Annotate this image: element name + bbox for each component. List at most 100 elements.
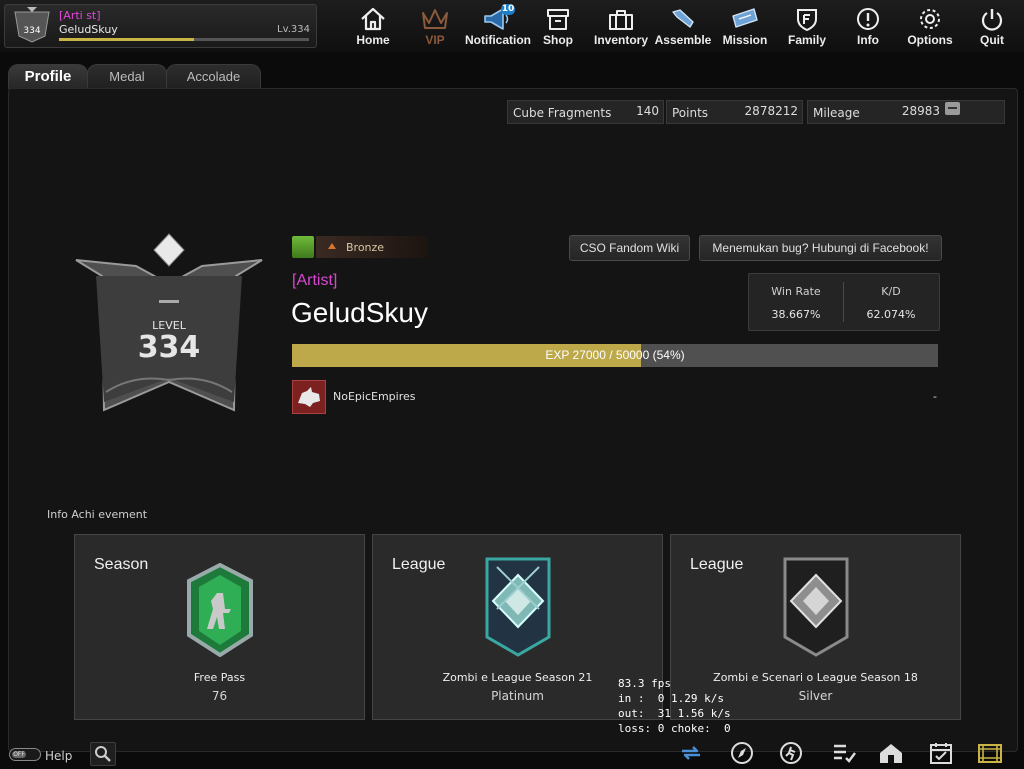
netgraph-in: in : 0 1.29 k/s	[618, 692, 724, 705]
nav-inventory[interactable]: Inventory	[589, 4, 653, 50]
rhino-icon	[298, 387, 320, 407]
sync-icon[interactable]	[677, 740, 705, 766]
nav-notification-label: Notification	[465, 33, 531, 47]
report-bug-button[interactable]: Menemukan bug? Hubungi di Facebook!	[699, 235, 942, 261]
kd-label: K/D	[881, 285, 901, 298]
thumbs-up-icon	[292, 236, 314, 258]
win-rate-label: Win Rate	[771, 285, 821, 298]
power-icon	[981, 9, 1003, 31]
points-label: Points	[672, 106, 709, 120]
player-card[interactable]: 334 [Arti st] GeludSkuy Lv.334	[4, 4, 317, 48]
nav-mission[interactable]: Mission	[713, 4, 777, 50]
ticket-icon	[732, 8, 758, 28]
home-icon	[361, 7, 385, 31]
profile-name: GeludSkuy	[291, 297, 428, 328]
briefcase-icon	[609, 10, 633, 30]
wrench-icon	[672, 9, 694, 28]
win-rate-value: 38.667%	[771, 308, 821, 321]
info-icon	[857, 8, 879, 30]
nav-vip-label: VIP	[425, 33, 445, 47]
netgraph-overlay: 83.3 fps in : 0 1.29 k/s out: 31 1.56 k/s l…	[618, 676, 731, 736]
mileage-counter: Mileage 28983	[807, 100, 1005, 124]
player-title: [Arti st]	[59, 9, 101, 22]
calendar-check-icon[interactable]	[927, 740, 955, 766]
gear-icon	[920, 9, 940, 29]
notification-count-badge: 10	[501, 4, 515, 15]
nav-vip[interactable]: VIP	[403, 4, 467, 50]
family-shield-icon	[797, 9, 817, 32]
nav-inventory-label: Inventory	[593, 33, 648, 47]
nav-info-label: Info	[857, 33, 879, 47]
achievement-name: Free Pass	[193, 671, 246, 684]
help-toggle[interactable]: OFF	[9, 748, 41, 761]
fandom-wiki-button[interactable]: CSO Fandom Wiki	[569, 235, 690, 261]
points-counter: Points 2878212	[666, 100, 803, 124]
profile-title: [Artist]	[292, 272, 338, 289]
achievements-header: Info Achi evement	[47, 508, 148, 521]
achievement-category: Season	[94, 556, 149, 573]
netgraph-out: out: 31 1.56 k/s	[618, 707, 731, 720]
nav-home[interactable]: Home	[341, 4, 405, 50]
rank-arrow-icon	[328, 243, 336, 249]
nav-family[interactable]: Family	[775, 4, 839, 50]
achievement-value: 76	[211, 689, 228, 703]
house-icon[interactable]	[877, 740, 905, 766]
netgraph-fps: 83.3 fps	[618, 677, 671, 690]
compass-icon[interactable]	[728, 740, 756, 766]
mileage-menu-icon[interactable]	[945, 102, 960, 115]
search-button[interactable]	[90, 742, 116, 766]
stats-box: Win Rate 38.667% K/D 62.074%	[748, 273, 940, 331]
level-number: 334	[138, 330, 201, 365]
rank-label: Bronze	[346, 241, 385, 254]
nav-shop-label: Shop	[543, 33, 573, 47]
tab-accolade[interactable]: Accolade	[166, 64, 261, 89]
player-emblem-level: 334	[23, 26, 40, 36]
silver-league-emblem-icon	[783, 557, 849, 657]
player-level: Lv.334	[277, 24, 310, 35]
nav-info[interactable]: Info	[836, 4, 900, 50]
checklist-icon[interactable]	[830, 740, 858, 766]
level-emblem-icon: 334	[14, 7, 50, 43]
help-toggle-knob: OFF	[12, 751, 26, 758]
clan-extra-value: -	[933, 390, 937, 403]
netgraph-loss: loss: 0 choke: 0	[618, 722, 731, 735]
help-label: Help	[45, 749, 73, 763]
nav-quit[interactable]: Quit	[960, 4, 1024, 50]
cube-fragments-label: Cube Fragments	[513, 106, 612, 120]
cube-fragments-value: 140	[636, 104, 659, 118]
nav-notification[interactable]: 10 Notification	[465, 4, 531, 50]
crown-icon	[422, 9, 448, 29]
exp-bar: EXP 27000 / 50000 (54%)	[292, 344, 938, 367]
green-soldier-emblem-icon	[187, 563, 253, 657]
nav-shop[interactable]: Shop	[526, 4, 590, 50]
nav-assemble[interactable]: Assemble	[651, 4, 715, 50]
mileage-value: 28983	[901, 104, 940, 118]
achievement-category: League	[392, 556, 446, 573]
nav-mission-label: Mission	[722, 33, 768, 47]
tab-profile[interactable]: Profile	[8, 64, 88, 89]
achievement-category: League	[690, 556, 744, 573]
platinum-league-emblem-icon	[485, 557, 551, 657]
clan-name[interactable]: NoEpicEmpires	[333, 390, 415, 403]
film-icon[interactable]	[976, 740, 1004, 766]
nav-quit-label: Quit	[980, 33, 1004, 47]
cube-fragments-counter: Cube Fragments 140	[507, 100, 664, 124]
points-value: 2878212	[744, 104, 798, 118]
search-icon	[95, 746, 111, 762]
tab-medal[interactable]: Medal	[87, 64, 167, 89]
shop-icon	[547, 9, 569, 30]
nav-family-label: Family	[787, 33, 826, 47]
clan-emblem-icon	[292, 380, 326, 414]
player-exp-fill	[59, 38, 194, 41]
nav-assemble-label: Assemble	[654, 33, 712, 47]
kd-value: 62.074%	[866, 308, 916, 321]
runner-icon[interactable]	[777, 740, 805, 766]
mileage-label: Mileage	[813, 106, 860, 120]
nav-home-label: Home	[356, 33, 390, 47]
player-exp-bar	[59, 38, 309, 41]
nav-options-label: Options	[907, 33, 953, 47]
player-name: GeludSkuy	[59, 23, 118, 36]
exp-text: EXP 27000 / 50000 (54%)	[545, 348, 685, 362]
achievement-card-season[interactable]: Season Free Pass 76	[74, 534, 365, 720]
nav-options[interactable]: Options	[898, 4, 962, 50]
